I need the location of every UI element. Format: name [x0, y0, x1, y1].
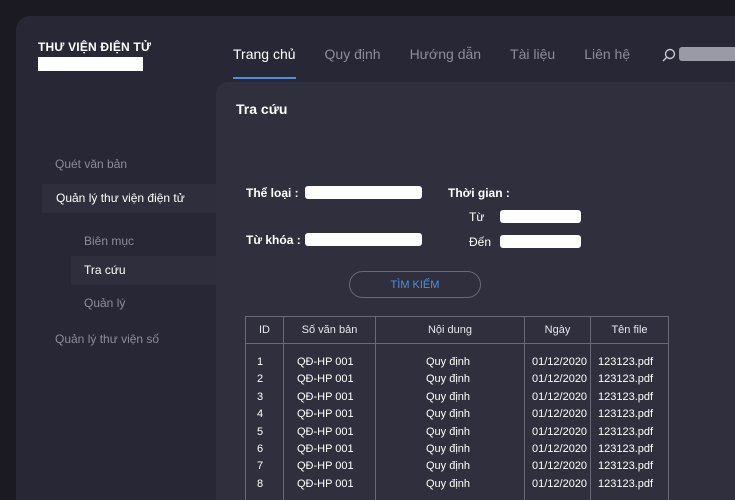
to-label: Đến [469, 235, 492, 249]
app-window: THƯ VIỆN ĐIỆN TỬ Trang chủ Quy định Hướn… [16, 16, 735, 500]
table-row[interactable]: 8 QĐ-HP 001 Quy định 01/12/2020 123123.pdf [246, 478, 668, 495]
from-label: Từ [469, 210, 485, 224]
keyword-label: Từ khóa : [246, 233, 301, 247]
table-cell: 123123.pdf [598, 390, 654, 403]
page-title: Tra cứu [236, 101, 288, 117]
table-cell: QĐ-HP 001 [297, 356, 354, 368]
header-divider [246, 343, 668, 344]
app-title: THƯ VIỆN ĐIỆN TỬ [38, 40, 152, 54]
table-cell: Quy định [426, 443, 471, 455]
table-cell: QĐ-HP 001 [297, 408, 354, 421]
table-cell: 123123.pdf [598, 443, 654, 455]
table-cell: 3 [257, 390, 264, 403]
table-cell: 8 [257, 477, 264, 490]
table-cell: Quy định [426, 477, 471, 490]
nav-home[interactable]: Trang chủ [233, 46, 296, 79]
table-cell: QĐ-HP 001 [297, 460, 354, 473]
search-button[interactable]: TÌM KIẾM [349, 271, 481, 298]
table-cell: QĐ-HP 001 [297, 443, 354, 455]
table-cell: 123123.pdf [598, 460, 654, 473]
table-cell: 01/12/2020 [532, 390, 588, 403]
table-cell: QĐ-HP 001 [297, 390, 354, 403]
col-header-date: Ngày [544, 324, 571, 336]
table-cell: 123123.pdf [598, 408, 654, 421]
table-cell: 01/12/2020 [532, 356, 588, 368]
time-label: Thời gian : [448, 186, 510, 200]
table-cell: 123123.pdf [598, 356, 654, 368]
table-cell: Quy định [426, 408, 471, 421]
table-cell: 123123.pdf [598, 477, 654, 490]
results-table: ID Số văn bản Nội dung Ngày Tên file 1 QĐ… [245, 316, 669, 500]
col-header-content: Nội dung [427, 324, 473, 336]
redacted-bar [38, 57, 143, 71]
table-cell: QĐ-HP 001 [297, 373, 354, 386]
table-cell: 7 [257, 460, 264, 473]
table-row[interactable]: 7 QĐ-HP 001 Quy định 01/12/2020 123123.pdf [246, 460, 668, 477]
nav-documents[interactable]: Tài liệu [510, 46, 555, 72]
table-cell: 2 [257, 373, 264, 386]
table-row[interactable]: 2 QĐ-HP 001 Quy định 01/12/2020 123123.pdf [246, 373, 668, 390]
sidebar-item-scan[interactable]: Quét văn bản [55, 157, 127, 171]
table-cell: 01/12/2020 [532, 443, 588, 455]
keyword-field[interactable] [305, 233, 422, 246]
sidebar-item-lookup[interactable]: Tra cứu [71, 256, 216, 285]
sidebar-item-cataloging[interactable]: Biên mục [84, 234, 134, 248]
table-row[interactable]: 4 QĐ-HP 001 Quy định 01/12/2020 123123.pdf [246, 408, 668, 425]
main-panel: Tra cứu Thể loại : Từ khóa : Thời gian :… [216, 82, 735, 500]
table-cell: Quy định [426, 356, 471, 368]
table-cell: Quy định [426, 425, 471, 438]
table-cell: 01/12/2020 [532, 408, 588, 421]
nav-regulations[interactable]: Quy định [325, 46, 381, 72]
table-cell: QĐ-HP 001 [297, 425, 354, 438]
nav-guide[interactable]: Hướng dẫn [410, 46, 481, 72]
table-cell: QĐ-HP 001 [297, 477, 354, 490]
col-header-id: ID [259, 324, 270, 336]
to-date-field[interactable] [500, 235, 581, 248]
sidebar-item-digital-library[interactable]: Quản lý thư viện số [55, 332, 159, 346]
nav-contact[interactable]: Liên hệ [584, 46, 630, 72]
table-cell: 01/12/2020 [532, 373, 588, 386]
table-cell: 01/12/2020 [532, 425, 588, 438]
table-cell: 01/12/2020 [532, 460, 588, 473]
top-nav: Trang chủ Quy định Hướng dẫn Tài liệu Li… [233, 46, 659, 79]
table-cell: Quy định [426, 373, 471, 386]
table-cell: 6 [257, 443, 264, 455]
table-cell: 123123.pdf [598, 373, 654, 386]
sidebar-item-manage[interactable]: Quản lý [84, 296, 125, 310]
search-input[interactable] [679, 47, 735, 61]
table-cell: 123123.pdf [598, 425, 654, 438]
table-row[interactable]: 6 QĐ-HP 001 Quy định 01/12/2020 123123.pdf [246, 443, 668, 460]
table-row[interactable]: 5 QĐ-HP 001 Quy định 01/12/2020 123123.pdf [246, 426, 668, 443]
table-cell: 4 [257, 408, 264, 421]
category-label: Thể loại : [246, 186, 299, 200]
table-cell: Quy định [426, 460, 471, 473]
from-date-field[interactable] [500, 210, 581, 223]
table-cell: 01/12/2020 [532, 477, 588, 490]
table-row[interactable]: 3 QĐ-HP 001 Quy định 01/12/2020 123123.pdf [246, 391, 668, 408]
col-header-doc-number: Số văn bản [301, 324, 358, 336]
table-cell: 5 [257, 425, 264, 438]
col-header-filename: Tên file [611, 324, 648, 336]
search-icon[interactable] [661, 47, 677, 63]
sidebar-item-library-management[interactable]: Quản lý thư viện điện tử [42, 184, 216, 213]
category-field[interactable] [305, 186, 422, 199]
table-cell: 1 [257, 356, 264, 368]
table-cell: Quy định [426, 390, 471, 403]
table-row[interactable]: 1 QĐ-HP 001 Quy định 01/12/2020 123123.pdf [246, 356, 668, 373]
